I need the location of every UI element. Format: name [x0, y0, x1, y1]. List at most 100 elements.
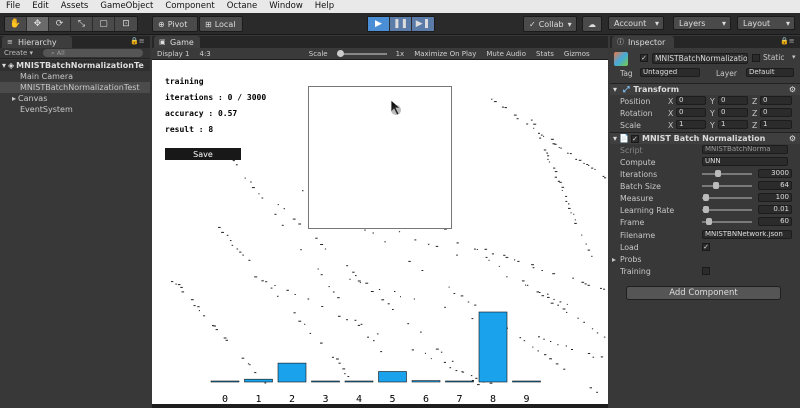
slider-knob[interactable]: [703, 194, 709, 201]
menu-help[interactable]: Help: [309, 0, 340, 13]
bar-label-2: 2: [289, 394, 295, 404]
settings-gear-icon[interactable]: ⚙: [789, 134, 796, 143]
hand-tool-button[interactable]: ✋: [5, 17, 27, 31]
static-checkbox[interactable]: [752, 54, 760, 62]
menu-bar: File Edit Assets GameObject Component Oc…: [0, 0, 800, 13]
compute-field[interactable]: UNN: [702, 157, 788, 166]
gamepad-icon: ▣: [159, 37, 166, 46]
slider-track[interactable]: [702, 170, 752, 177]
object-name-field[interactable]: MNISTBatchNormalizatio: [652, 53, 748, 64]
position-z-field[interactable]: 0: [760, 96, 792, 105]
slider-knob[interactable]: [713, 182, 719, 189]
rect-tool-button[interactable]: ▢: [93, 17, 115, 31]
active-checkbox[interactable]: ✓: [640, 54, 648, 62]
panel-menu-icon[interactable]: 🔒≡: [780, 37, 795, 45]
slider-knob[interactable]: [715, 170, 721, 177]
rotate-tool-button[interactable]: ⟳: [49, 17, 71, 31]
slider-knob[interactable]: [706, 218, 712, 225]
slider-value-field[interactable]: 100: [758, 193, 792, 202]
slider-value-field[interactable]: 0.01: [758, 205, 792, 214]
pivot-button[interactable]: ⊕ Pivot: [152, 16, 198, 32]
mnist-component-header[interactable]: ▾ 📄 ✓ MNIST Batch Normalization ⚙: [610, 132, 800, 144]
scene-row[interactable]: ▾ ◈ MNISTBatchNormalizationTe: [0, 60, 150, 71]
slider-value-field[interactable]: 3000: [758, 169, 792, 178]
x-label: X: [668, 96, 674, 106]
collab-button[interactable]: ✓ Collab ▾: [523, 16, 577, 32]
menu-window[interactable]: Window: [263, 0, 309, 13]
panel-menu-icon[interactable]: 🔒≡: [130, 37, 145, 45]
scale-slider-knob[interactable]: [336, 49, 344, 57]
layers-dropdown[interactable]: Layers ▾: [673, 16, 731, 30]
save-button[interactable]: Save: [165, 148, 241, 160]
position-y-field[interactable]: 0: [718, 96, 748, 105]
hierarchy-item[interactable]: EventSystem: [0, 104, 150, 115]
training-checkbox[interactable]: [702, 267, 710, 275]
play-button[interactable]: ▶: [368, 17, 390, 31]
hierarchy-search-input[interactable]: ⌕ All: [43, 49, 144, 57]
filename-label: Filename: [620, 230, 656, 240]
layout-dropdown[interactable]: Layout ▾: [737, 16, 795, 30]
cloud-button[interactable]: ☁: [582, 16, 602, 32]
create-dropdown[interactable]: Create ▾: [0, 49, 37, 57]
chevron-down-icon[interactable]: ▾: [792, 53, 796, 61]
rotation-z-field[interactable]: 0: [760, 108, 792, 117]
slider-label: Iterations: [620, 169, 658, 179]
mute-audio-toggle[interactable]: Mute Audio: [481, 50, 531, 58]
hierarchy-item[interactable]: ▸ Canvas: [0, 93, 150, 104]
gizmos-dropdown[interactable]: Gizmos: [559, 50, 595, 58]
rotation-y-field[interactable]: 0: [718, 108, 748, 117]
probs-row[interactable]: ▸ Probs: [610, 253, 800, 265]
slider-track[interactable]: [702, 194, 752, 201]
pause-icon: ❚❚: [392, 19, 409, 29]
position-x-field[interactable]: 0: [676, 96, 706, 105]
tab-hierarchy[interactable]: ≡ Hierarchy: [2, 36, 72, 48]
load-label: Load: [620, 242, 639, 252]
local-button[interactable]: ⊞ Local: [199, 16, 243, 32]
maximize-on-play-toggle[interactable]: Maximize On Play: [409, 50, 481, 58]
scale-slider[interactable]: [336, 49, 387, 57]
transform-tool-button[interactable]: ⊡: [115, 17, 137, 31]
move-tool-button[interactable]: ✥: [27, 17, 49, 31]
layer-dropdown[interactable]: Default: [746, 68, 794, 77]
menu-edit[interactable]: Edit: [26, 0, 54, 13]
scale-z-field[interactable]: 1: [760, 120, 792, 129]
scale-y-field[interactable]: 1: [718, 120, 748, 129]
stats-toggle[interactable]: Stats: [531, 50, 559, 58]
menu-component[interactable]: Component: [159, 0, 220, 13]
tab-game[interactable]: ▣ Game: [154, 36, 200, 48]
pause-button[interactable]: ❚❚: [390, 17, 412, 31]
account-dropdown[interactable]: Account ▾: [608, 16, 664, 30]
step-button[interactable]: ▶❚: [412, 17, 434, 31]
slider-value-field[interactable]: 64: [758, 181, 792, 190]
scale-label: Scale: [620, 120, 641, 130]
hierarchy-item[interactable]: Main Camera: [0, 71, 150, 82]
hierarchy-panel: ≡ Hierarchy 🔒≡ Create ▾ ⌕ All ▾ ◈ MNISTB…: [0, 36, 150, 408]
rotation-x-field[interactable]: 0: [676, 108, 706, 117]
slider-value-field[interactable]: 60: [758, 217, 792, 226]
display-dropdown[interactable]: Display 1: [152, 50, 194, 58]
menu-octane[interactable]: Octane: [221, 0, 264, 13]
slider-track[interactable]: [702, 218, 752, 225]
menu-file[interactable]: File: [0, 0, 26, 13]
load-checkbox[interactable]: ✓: [702, 243, 710, 251]
filename-field[interactable]: MNISTBNNetwork.json: [702, 230, 792, 239]
expand-arrow-icon[interactable]: ▸: [12, 94, 16, 103]
slider-knob[interactable]: [703, 206, 709, 213]
menu-assets[interactable]: Assets: [55, 0, 95, 13]
bar-2: [277, 362, 307, 383]
add-component-button[interactable]: Add Component: [626, 286, 781, 300]
tab-inspector[interactable]: ⓘ Inspector: [612, 36, 674, 48]
hierarchy-item[interactable]: MNISTBatchNormalizationTest: [0, 82, 150, 93]
aspect-dropdown[interactable]: 4:3: [194, 50, 215, 58]
settings-gear-icon[interactable]: ⚙: [789, 85, 796, 94]
slider-track[interactable]: [702, 182, 752, 189]
scale-x-field[interactable]: 1: [676, 120, 706, 129]
transform-header[interactable]: ▾ ⤢ Transform ⚙: [610, 83, 800, 95]
scale-tool-button[interactable]: ⤡: [71, 17, 93, 31]
drawing-canvas[interactable]: [308, 86, 452, 229]
component-enabled-checkbox[interactable]: ✓: [630, 134, 639, 143]
slider-track[interactable]: [702, 206, 752, 213]
tag-dropdown[interactable]: Untagged: [640, 68, 700, 77]
menu-gameobject[interactable]: GameObject: [94, 0, 159, 13]
game-viewport[interactable]: 0 1 2 3 4 5 6 7 8 9 training iterations : 0 / 300…: [152, 60, 608, 404]
